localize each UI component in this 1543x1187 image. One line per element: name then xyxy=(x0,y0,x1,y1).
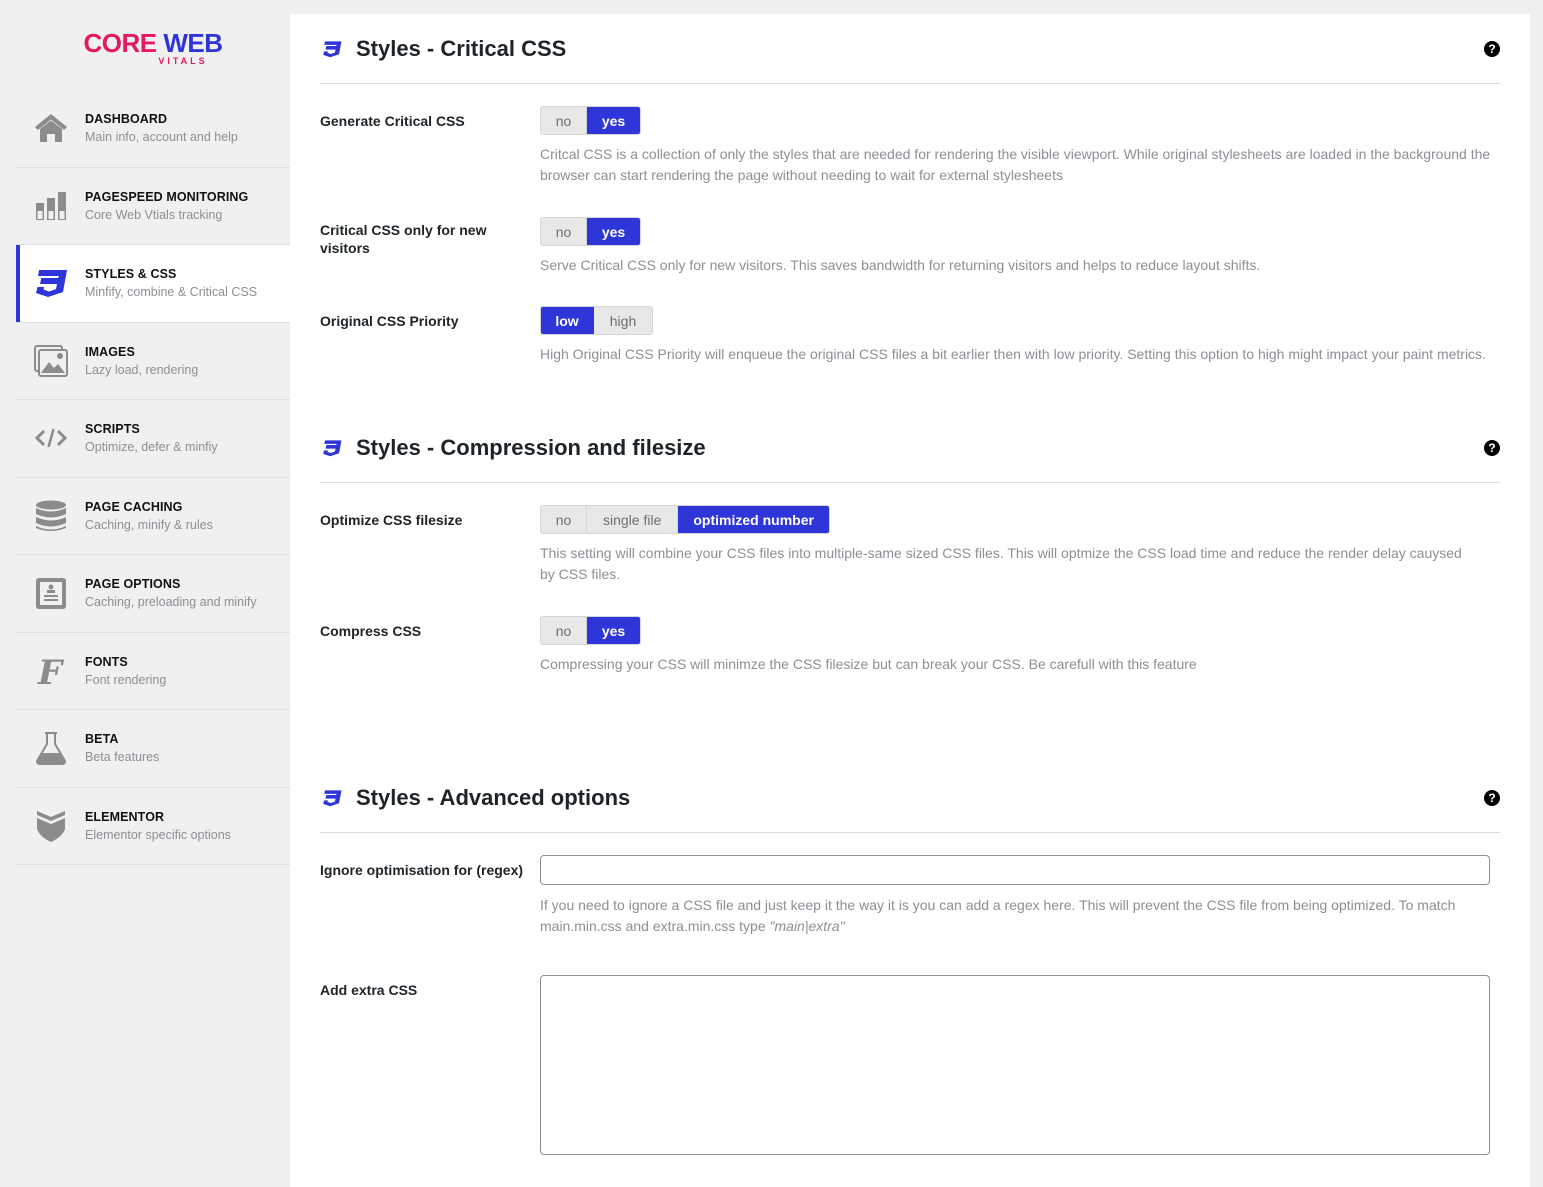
optimize-css-filesize-toggle[interactable]: no single file optimized number xyxy=(540,505,830,534)
sidebar-item-subtitle: Main info, account and help xyxy=(85,130,238,145)
page-options-icon xyxy=(16,573,85,613)
toggle-option-single-file[interactable]: single file xyxy=(587,506,679,533)
section-title: Styles - Compression and filesize xyxy=(356,434,706,460)
css3-icon xyxy=(323,40,342,57)
sidebar-item-dashboard[interactable]: DASHBOARD Main info, account and help xyxy=(16,90,290,168)
setting-critical-css-new-visitors: Critical CSS only for new visitors no ye… xyxy=(320,217,1500,276)
extra-css-textarea[interactable] xyxy=(540,975,1490,1155)
toggle-option-no[interactable]: no xyxy=(541,107,587,134)
help-icon[interactable]: ? xyxy=(1484,439,1500,456)
sidebar-item-subtitle: Core Web Vtials tracking xyxy=(85,207,223,222)
home-icon xyxy=(16,108,85,148)
elementor-icon xyxy=(16,806,85,846)
toggle-option-no[interactable]: no xyxy=(541,617,587,644)
toggle-option-no[interactable]: no xyxy=(541,506,587,533)
toggle-option-yes[interactable]: yes xyxy=(587,617,640,644)
sidebar: CORE WEB VITALS DASHBOARD Main info, acc… xyxy=(16,0,290,1187)
sidebar-item-images[interactable]: IMAGES Lazy load, rendering xyxy=(16,323,290,400)
sidebar-item-elementor[interactable]: ELEMENTOR Elementor specific options xyxy=(16,788,290,865)
setting-extra-css: Add extra CSS xyxy=(320,975,1500,1160)
toggle-option-yes[interactable]: yes xyxy=(587,218,640,245)
sidebar-item-fonts[interactable]: F FONTS Font rendering xyxy=(16,633,290,710)
setting-label: Optimize CSS filesize xyxy=(320,512,463,528)
css3-icon xyxy=(323,789,342,806)
images-icon xyxy=(16,341,85,381)
sidebar-item-subtitle: Beta features xyxy=(85,750,160,765)
setting-description: High Original CSS Priority will enqueue … xyxy=(540,346,1486,362)
toggle-option-low[interactable]: low xyxy=(541,307,594,334)
sidebar-item-title: ELEMENTOR xyxy=(85,809,165,824)
sidebar-item-subtitle: Optimize, defer & minfiy xyxy=(85,440,218,455)
section-header-compression: Styles - Compression and filesize ? xyxy=(320,413,1500,483)
sidebar-item-title: BETA xyxy=(85,732,119,747)
font-icon: F xyxy=(16,651,85,691)
setting-label: Compress CSS xyxy=(320,623,422,639)
sidebar-item-title: PAGESPEED MONITORING xyxy=(85,189,249,204)
toggle-option-optimized-number[interactable]: optimized number xyxy=(678,506,829,533)
svg-text:F: F xyxy=(37,654,65,688)
toggle-option-no[interactable]: no xyxy=(541,218,587,245)
logo-web-text: WEB xyxy=(163,28,223,58)
setting-label: Ignore optimisation for (regex) xyxy=(320,862,524,878)
setting-description: Critcal CSS is a collection of only the … xyxy=(540,146,1491,183)
sidebar-item-subtitle: Caching, preloading and minify xyxy=(85,595,257,610)
help-icon[interactable]: ? xyxy=(1484,789,1500,806)
logo-core-text: CORE xyxy=(83,28,157,58)
ignore-regex-input[interactable] xyxy=(540,855,1490,885)
database-icon xyxy=(16,496,85,536)
section-header-critical-css: Styles - Critical CSS ? xyxy=(320,14,1500,84)
new-visitors-toggle[interactable]: no yes xyxy=(540,217,641,246)
sidebar-item-title: SCRIPTS xyxy=(85,422,140,437)
setting-ignore-regex: Ignore optimisation for (regex) If you n… xyxy=(320,855,1500,937)
logo-sub-text: VITALS xyxy=(158,56,208,66)
setting-label: Critical CSS only for new visitors xyxy=(320,222,487,256)
css-priority-toggle[interactable]: low high xyxy=(540,306,653,335)
sidebar-item-subtitle: Lazy load, rendering xyxy=(85,362,199,377)
section-header-advanced: Styles - Advanced options ? xyxy=(320,763,1500,833)
toggle-option-high[interactable]: high xyxy=(594,307,652,334)
sidebar-item-subtitle: Caching, minify & rules xyxy=(85,517,213,532)
sidebar-item-scripts[interactable]: SCRIPTS Optimize, defer & minfiy xyxy=(16,400,290,478)
section-title: Styles - Critical CSS xyxy=(356,35,567,61)
sidebar-item-title: PAGE OPTIONS xyxy=(85,577,181,592)
sidebar-item-title: DASHBOARD xyxy=(85,112,168,127)
regex-example: "main|extra" xyxy=(769,918,845,934)
generate-critical-css-toggle[interactable]: no yes xyxy=(540,106,641,135)
sidebar-item-title: FONTS xyxy=(85,654,128,669)
sidebar-item-styles-css[interactable]: STYLES & CSS Minfify, combine & Critical… xyxy=(16,245,290,323)
flask-icon xyxy=(16,728,85,768)
toggle-option-yes[interactable]: yes xyxy=(587,107,640,134)
css3-icon xyxy=(16,263,85,303)
bar-chart-icon xyxy=(16,186,85,226)
logo[interactable]: CORE WEB VITALS xyxy=(16,0,290,90)
setting-generate-critical-css: Generate Critical CSS no yes Critcal CSS… xyxy=(320,106,1500,186)
setting-compress-css: Compress CSS no yes Compressing your CSS… xyxy=(320,616,1500,675)
description-text: If you need to ignore a CSS file and jus… xyxy=(540,897,1456,934)
setting-optimize-css-filesize: Optimize CSS filesize no single file opt… xyxy=(320,505,1500,585)
sidebar-item-title: PAGE CACHING xyxy=(85,499,183,514)
sidebar-item-pagespeed-monitoring[interactable]: PAGESPEED MONITORING Core Web Vtials tra… xyxy=(16,168,290,245)
setting-description: If you need to ignore a CSS file and jus… xyxy=(540,895,1500,937)
code-icon xyxy=(16,418,85,458)
sidebar-item-subtitle: Font rendering xyxy=(85,672,167,687)
setting-label: Generate Critical CSS xyxy=(320,113,465,129)
sidebar-item-subtitle: Elementor specific options xyxy=(85,827,231,842)
sidebar-item-title: IMAGES xyxy=(85,344,135,359)
sidebar-item-page-options[interactable]: PAGE OPTIONS Caching, preloading and min… xyxy=(16,555,290,633)
section-title: Styles - Advanced options xyxy=(356,784,631,810)
setting-label: Original CSS Priority xyxy=(320,313,459,329)
css3-icon xyxy=(323,439,342,456)
setting-description: This setting will combine your CSS files… xyxy=(540,545,1462,582)
sidebar-item-page-caching[interactable]: PAGE CACHING Caching, minify & rules xyxy=(16,478,290,555)
compress-css-toggle[interactable]: no yes xyxy=(540,616,641,645)
sidebar-item-subtitle: Minfify, combine & Critical CSS xyxy=(85,285,258,300)
setting-description: Serve Critical CSS only for new visitors… xyxy=(540,257,1261,273)
setting-label: Add extra CSS xyxy=(320,982,418,998)
help-icon[interactable]: ? xyxy=(1484,40,1500,57)
settings-panel: Styles - Critical CSS ? Generate Critica… xyxy=(290,14,1530,1187)
sidebar-item-title: STYLES & CSS xyxy=(85,267,177,282)
sidebar-item-beta[interactable]: BETA Beta features xyxy=(16,710,290,788)
setting-original-css-priority: Original CSS Priority low high High Orig… xyxy=(320,306,1500,365)
setting-description: Compressing your CSS will minimze the CS… xyxy=(540,656,1197,672)
